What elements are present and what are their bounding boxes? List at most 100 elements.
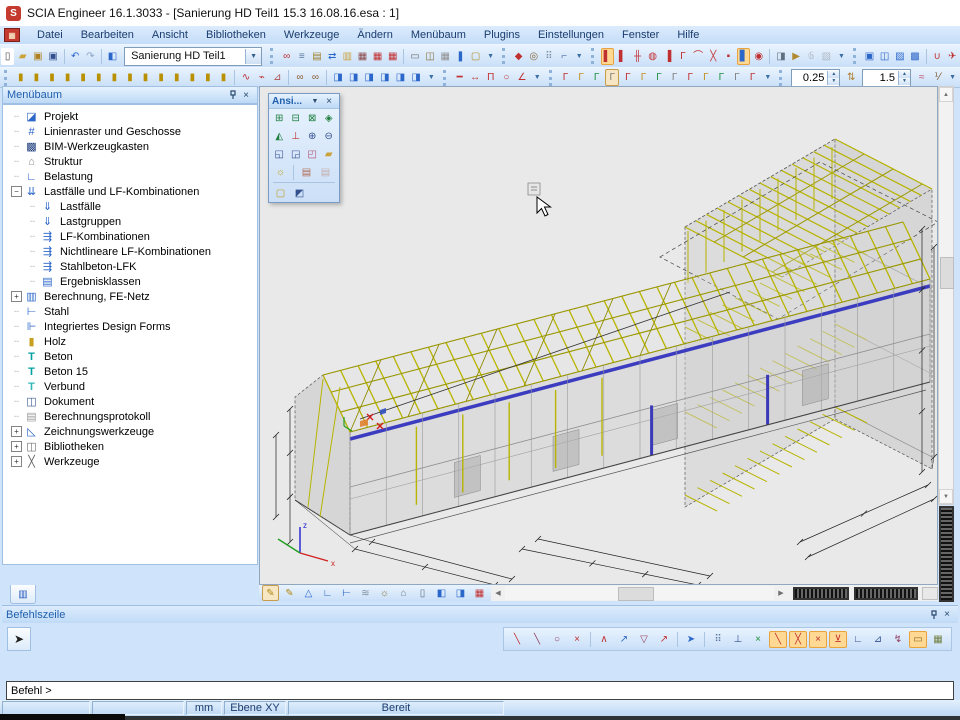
pen2-icon[interactable]: ✎ xyxy=(281,585,298,601)
tri-blue-icon[interactable]: △ xyxy=(300,585,317,601)
link-red-icon[interactable]: ∞ xyxy=(280,48,293,65)
s-ang2-icon[interactable]: ↗ xyxy=(615,631,633,648)
oo1-icon[interactable]: ∞ xyxy=(293,69,307,86)
m-vert-icon[interactable]: ▮ xyxy=(92,69,106,86)
tree-item-struktur[interactable]: ╌⌂Struktur xyxy=(3,154,257,169)
mdi-child-icon[interactable]: ▦ xyxy=(4,28,20,42)
lips-red-icon[interactable]: ∪ xyxy=(931,48,944,65)
copy3-icon[interactable]: ▨ xyxy=(893,48,906,65)
toolbar-grip[interactable] xyxy=(853,48,859,64)
circle-red-icon[interactable]: ○ xyxy=(500,69,514,86)
load-s-icon[interactable]: ⊿ xyxy=(271,69,285,86)
load-mini-icon[interactable]: ∟ xyxy=(319,585,336,601)
beam-r-icon[interactable]: Γ xyxy=(676,48,689,65)
s-ang4-icon[interactable]: ↗ xyxy=(655,631,673,648)
project-selector[interactable]: Sanierung HD Teil1▼ xyxy=(124,47,262,66)
project-settings-icon[interactable]: ▤ xyxy=(310,48,323,65)
tree-item-berechnungsprotokoll[interactable]: ╌▤Berechnungsprotokoll xyxy=(3,409,257,424)
scroll-thumb[interactable] xyxy=(618,587,654,601)
s-calc-icon[interactable]: ▦ xyxy=(929,631,947,648)
f5-icon[interactable]: Γ xyxy=(621,69,635,86)
m-x1-icon[interactable]: ▮ xyxy=(123,69,137,86)
brackets-q-icon[interactable]: ⌐ xyxy=(558,48,571,65)
scroll-down-icon[interactable]: ▼ xyxy=(939,489,953,504)
tree-item-lastf-lle-und-lf-kombinationen[interactable]: −⇊Lastfälle und LF-Kombinationen xyxy=(3,184,257,199)
load-r-icon[interactable]: ⌁ xyxy=(255,69,269,86)
zoom-doc-icon[interactable]: ◎ xyxy=(527,48,540,65)
s-axis-icon[interactable]: ⊥ xyxy=(729,631,747,648)
close-icon[interactable]: × xyxy=(239,89,253,102)
mesh-icon[interactable]: ▦ xyxy=(356,48,369,65)
f7-icon[interactable]: Γ xyxy=(652,69,666,86)
s-cross-icon[interactable]: × xyxy=(809,631,827,648)
bulb-icon[interactable]: ☼ xyxy=(272,164,289,180)
expand-icon[interactable]: + xyxy=(11,291,22,302)
s-end-icon[interactable]: ╲ xyxy=(769,631,787,648)
toolbar-grip[interactable] xyxy=(502,48,508,64)
redo-icon[interactable]: ↷ xyxy=(84,48,97,65)
doc-mini-icon[interactable]: ▯ xyxy=(414,585,431,601)
menu-item-plugins[interactable]: Plugins xyxy=(475,27,529,43)
doc-blue-icon[interactable]: ❚ xyxy=(454,48,467,65)
toolbar-overflow-icon[interactable]: ▼ xyxy=(764,74,771,81)
f1-icon[interactable]: Γ xyxy=(559,69,573,86)
view-x-icon[interactable]: ⊞ xyxy=(272,110,287,126)
tree-item-werkzeuge[interactable]: +╳Werkzeuge xyxy=(3,454,257,469)
undo-icon[interactable]: ↶ xyxy=(69,48,82,65)
m-arc-icon[interactable]: ▮ xyxy=(61,69,75,86)
pen1-icon[interactable]: ✎ xyxy=(262,585,279,601)
beam-dot-icon[interactable]: ▪ xyxy=(722,48,735,65)
pic1-icon[interactable]: ▤ xyxy=(298,164,315,180)
pair1-icon[interactable]: ◨ xyxy=(331,69,345,86)
toolbar-grip[interactable] xyxy=(549,70,555,86)
m-i1-icon[interactable]: ▮ xyxy=(139,69,153,86)
beam-b-icon[interactable]: ▐ xyxy=(661,48,674,65)
s-xg-icon[interactable]: × xyxy=(749,631,767,648)
pair5-icon[interactable]: ◨ xyxy=(394,69,408,86)
monitor-sel-icon[interactable]: ◨ xyxy=(774,48,787,65)
zoom-all-icon[interactable]: ◲ xyxy=(289,146,304,162)
f10-icon[interactable]: Γ xyxy=(699,69,713,86)
f12-icon[interactable]: Γ xyxy=(730,69,744,86)
m-pair-icon[interactable]: ▮ xyxy=(217,69,231,86)
m-cut-icon[interactable]: ▮ xyxy=(170,69,184,86)
save-all-icon[interactable]: ▣ xyxy=(31,48,44,65)
tree-item-lf-kombinationen[interactable]: ╌⇶LF-Kombinationen xyxy=(3,229,257,244)
c-yellow-icon[interactable]: ▢ xyxy=(272,185,289,201)
s-ang1-icon[interactable]: ∧ xyxy=(595,631,613,648)
f8-icon[interactable]: Γ xyxy=(668,69,682,86)
view-corner-icon[interactable]: ◭ xyxy=(272,128,287,144)
tree-item-berechnung-fe-netz[interactable]: +▥Berechnung, FE-Netz xyxy=(3,289,257,304)
toolbar-grip[interactable] xyxy=(443,70,449,86)
s-orto-icon[interactable]: ∟ xyxy=(849,631,867,648)
tree-item-lastf-lle[interactable]: ╌⇓Lastfälle xyxy=(3,199,257,214)
beam-circ-icon[interactable]: ◍ xyxy=(646,48,659,65)
toolbar-overflow-icon[interactable]: ▼ xyxy=(576,53,583,60)
scale-factor-spinner[interactable]: 1.5▲▼ xyxy=(862,69,911,87)
zoom-out-icon[interactable]: ⊖ xyxy=(322,128,337,144)
tree-item-nichtlineare-lf-kombinationen[interactable]: ╌⇶Nichtlineare LF-Kombinationen xyxy=(3,244,257,259)
updown-icon[interactable]: ⇅ xyxy=(844,69,858,86)
calculator-icon[interactable]: ▦ xyxy=(439,48,452,65)
printer-icon[interactable]: ▭ xyxy=(408,48,421,65)
zoom-factor-spinner[interactable]: 0.25▲▼ xyxy=(791,69,840,87)
pic2-icon[interactable]: ▤ xyxy=(317,164,334,180)
tree-item-bibliotheken[interactable]: +◫Bibliotheken xyxy=(3,439,257,454)
m-plate-icon[interactable]: ▮ xyxy=(154,69,168,86)
grid-dots-icon[interactable]: ⠿ xyxy=(542,48,555,65)
m-twist-icon[interactable]: ▮ xyxy=(76,69,90,86)
pin-icon[interactable] xyxy=(926,608,940,621)
copy1-icon[interactable]: ▣ xyxy=(863,48,876,65)
tree-item-beton-15[interactable]: ╌TBeton 15 xyxy=(3,364,257,379)
s-p2-icon[interactable]: ⊿ xyxy=(869,631,887,648)
m-star-icon[interactable]: ▮ xyxy=(201,69,215,86)
f3-icon[interactable]: Γ xyxy=(590,69,604,86)
tree-item-integriertes-design-forms[interactable]: ╌⊩Integriertes Design Forms xyxy=(3,319,257,334)
expand-icon[interactable]: + xyxy=(11,456,22,467)
f6-icon[interactable]: Γ xyxy=(637,69,651,86)
model-viewport[interactable]: zx Ansi... ▼ × ⊞⊟⊠◈◭⊥⊕⊖◱◲◰▰☼▤▤▢◩ xyxy=(259,86,938,585)
toolbar-overflow-icon[interactable]: ▼ xyxy=(428,74,435,81)
tree-item-beton[interactable]: ╌TBeton xyxy=(3,349,257,364)
tree-item-lastgruppen[interactable]: ╌⇓Lastgruppen xyxy=(3,214,257,229)
toolbar-overflow-icon[interactable]: ▼ xyxy=(534,74,541,81)
